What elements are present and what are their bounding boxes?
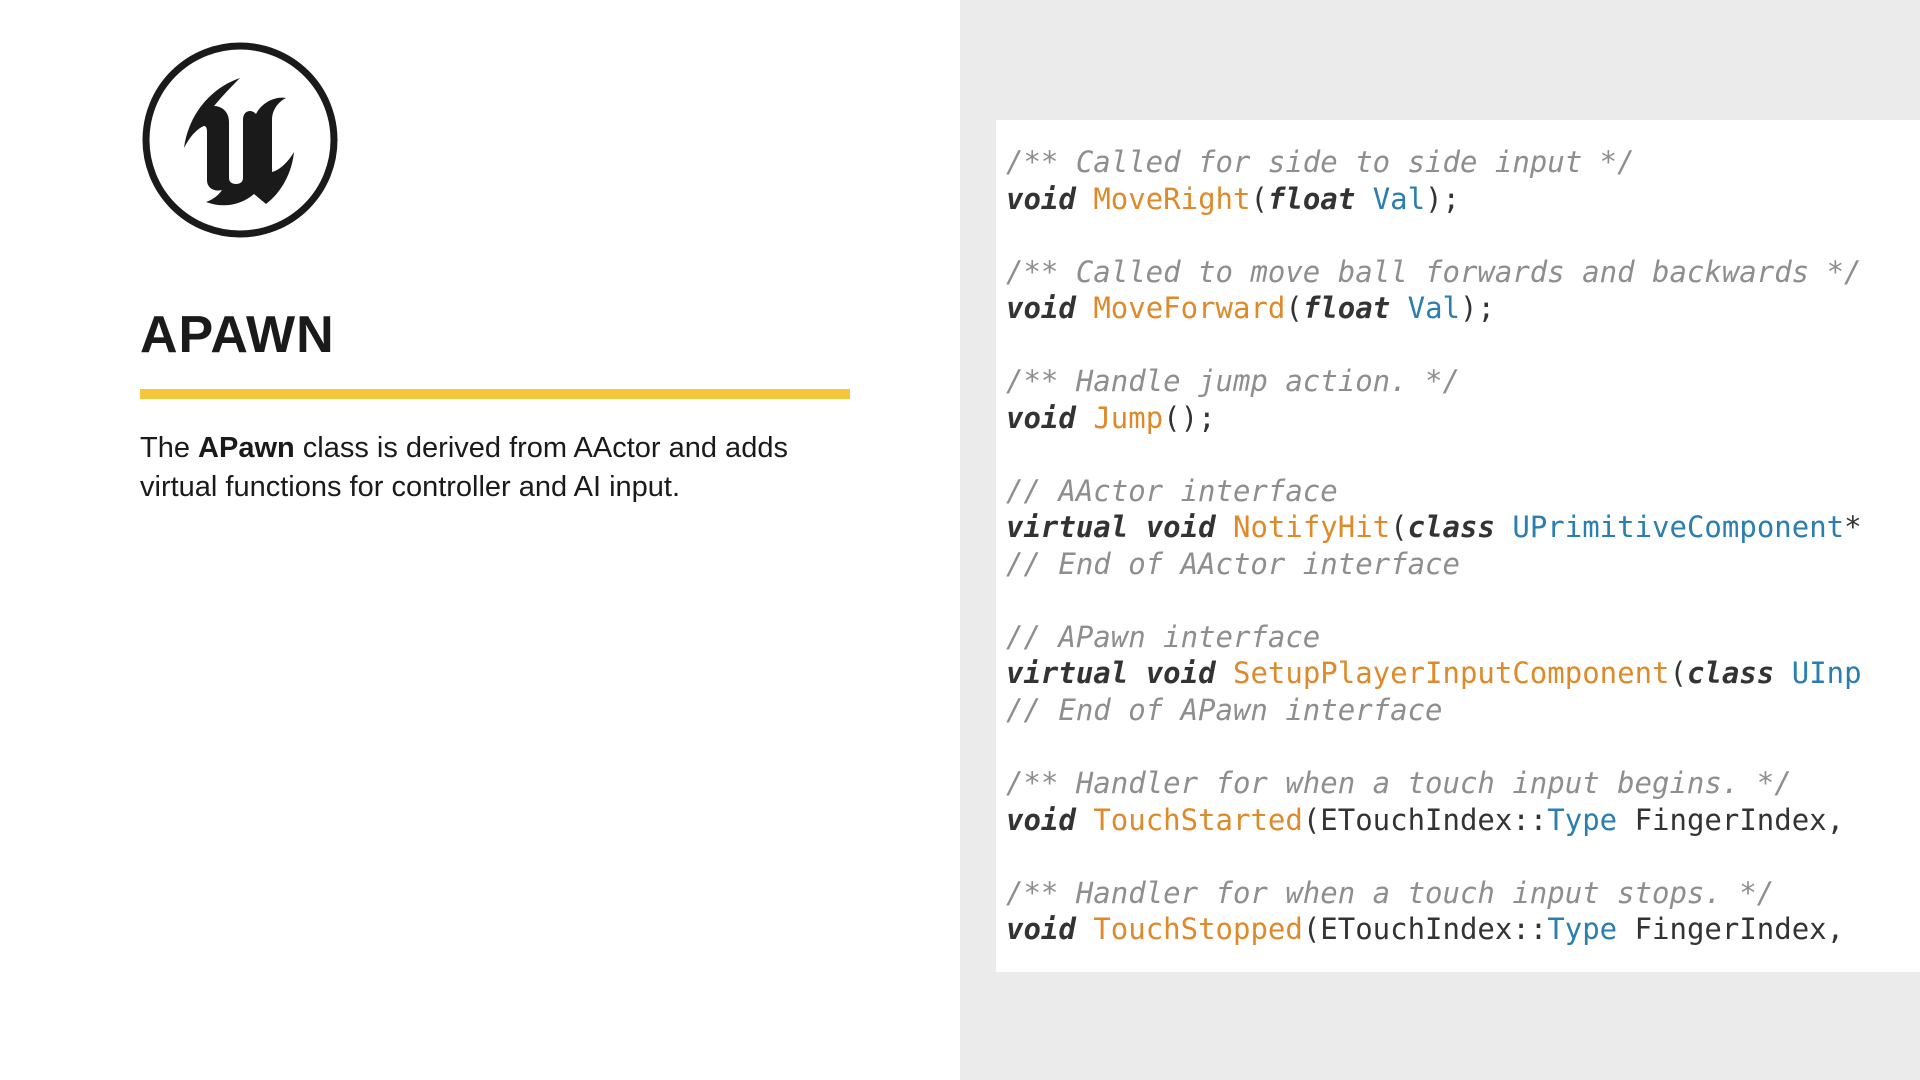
- code-param: FingerIndex: [1617, 912, 1827, 946]
- code-comment: /** Handle jump action. */: [1006, 364, 1460, 398]
- code-comment: // End of AActor interface: [1006, 547, 1460, 581]
- code-keyword: virtual: [1006, 656, 1128, 690]
- code-type: UPrimitiveComponent: [1495, 510, 1844, 544]
- code-keyword: void: [1146, 656, 1216, 690]
- code-function: TouchStarted: [1093, 803, 1303, 837]
- code-keyword: class: [1687, 656, 1774, 690]
- code-keyword: void: [1006, 291, 1076, 325]
- code-comment: /** Called to move ball forwards and bac…: [1006, 255, 1862, 289]
- code-punct: *: [1844, 510, 1861, 544]
- code-type: Type: [1547, 912, 1617, 946]
- code-comment: /** Called for side to side input */: [1006, 145, 1635, 179]
- code-comment: // AActor interface: [1006, 474, 1338, 508]
- code-keyword: class: [1408, 510, 1495, 544]
- left-pane: APAWN The APawn class is derived from AA…: [0, 0, 960, 1080]
- code-punct: (: [1390, 510, 1407, 544]
- code-type: Type: [1547, 803, 1617, 837]
- page-title: APAWN: [140, 305, 820, 365]
- code-namespace: ETouchIndex::: [1320, 912, 1547, 946]
- code-keyword: void: [1006, 912, 1076, 946]
- description: The APawn class is derived from AActor a…: [140, 429, 800, 507]
- code-block: /** Called for side to side input */ voi…: [996, 120, 1920, 972]
- code-punct: (: [1285, 291, 1302, 325]
- code-punct: ,: [1827, 912, 1844, 946]
- code-function: SetupPlayerInputComponent: [1233, 656, 1670, 690]
- code-function: MoveForward: [1093, 291, 1285, 325]
- code-comment: /** Handler for when a touch input begin…: [1006, 766, 1792, 800]
- code-punct: );: [1460, 291, 1495, 325]
- code-type: UInp: [1774, 656, 1861, 690]
- code-keyword: void: [1006, 182, 1076, 216]
- code-punct: );: [1425, 182, 1460, 216]
- code-function: MoveRight: [1093, 182, 1250, 216]
- code-comment: /** Handler for when a touch input stops…: [1006, 876, 1774, 910]
- code-punct: (: [1250, 182, 1267, 216]
- code-param: Val: [1390, 291, 1460, 325]
- description-prefix: The: [140, 432, 198, 464]
- code-function: NotifyHit: [1233, 510, 1390, 544]
- code-punct: (: [1303, 803, 1320, 837]
- code-keyword: void: [1006, 803, 1076, 837]
- code-namespace: ETouchIndex::: [1320, 803, 1547, 837]
- code-punct: (: [1670, 656, 1687, 690]
- title-underline: [140, 389, 850, 399]
- code-punct: ,: [1827, 803, 1844, 837]
- unreal-logo: [140, 40, 820, 245]
- code-punct: (: [1303, 912, 1320, 946]
- right-pane: /** Called for side to side input */ voi…: [960, 0, 1920, 1080]
- code-param: Val: [1355, 182, 1425, 216]
- unreal-engine-icon: [140, 40, 340, 240]
- code-keyword: virtual: [1006, 510, 1128, 544]
- code-keyword: void: [1006, 401, 1076, 435]
- code-keyword: float: [1268, 182, 1355, 216]
- code-keyword: void: [1146, 510, 1216, 544]
- code-comment: // APawn interface: [1006, 620, 1320, 654]
- code-param: FingerIndex: [1617, 803, 1827, 837]
- code-comment: // End of APawn interface: [1006, 693, 1443, 727]
- slide: APAWN The APawn class is derived from AA…: [0, 0, 1920, 1080]
- code-keyword: float: [1303, 291, 1390, 325]
- description-bold: APawn: [198, 432, 295, 464]
- code-punct: ();: [1163, 401, 1215, 435]
- code-function: TouchStopped: [1093, 912, 1303, 946]
- code-function: Jump: [1093, 401, 1163, 435]
